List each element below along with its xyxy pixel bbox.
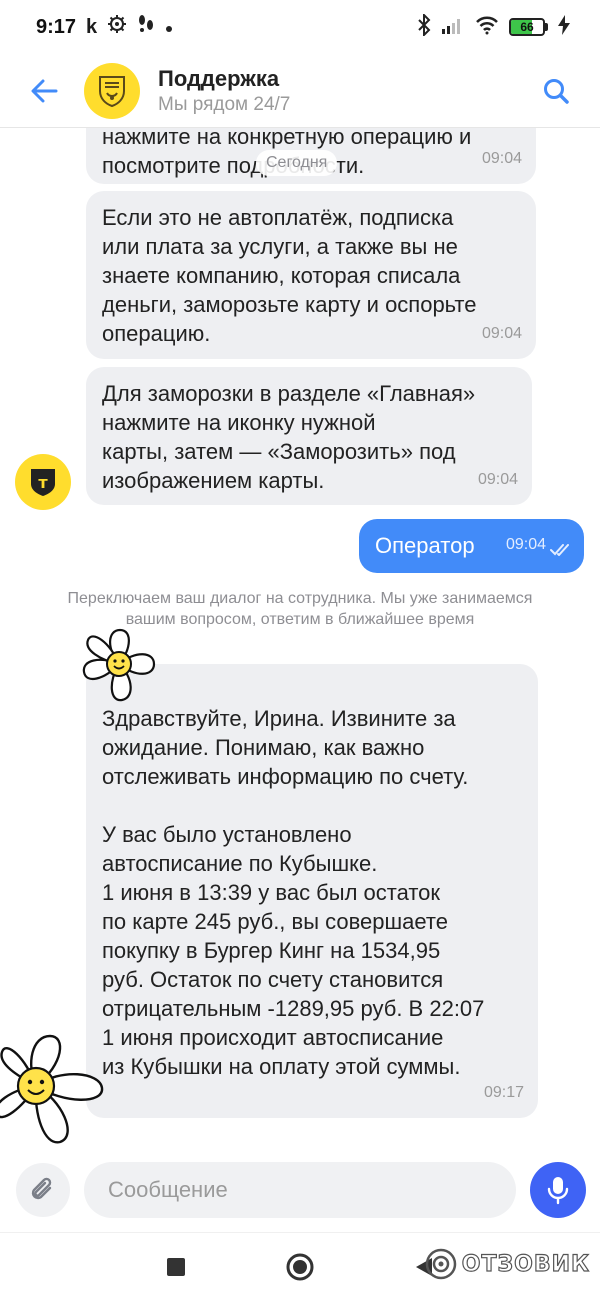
search-icon bbox=[544, 78, 569, 104]
date-separator: Сегодня bbox=[256, 150, 338, 176]
system-navigation-bar: ОТЗОВИК bbox=[0, 1232, 600, 1300]
bot-avatar[interactable]: т bbox=[15, 454, 71, 510]
back-button[interactable] bbox=[22, 69, 66, 113]
svg-text:т: т bbox=[38, 473, 48, 492]
square-icon bbox=[167, 1258, 185, 1276]
status-left-icons: k bbox=[86, 14, 173, 40]
message-time: 09:04 bbox=[505, 536, 546, 553]
microphone-icon bbox=[547, 1177, 569, 1205]
battery-label: 66 bbox=[520, 20, 534, 34]
attach-button[interactable] bbox=[16, 1163, 70, 1217]
message-bubble[interactable]: Если это не автоплатёж, подписка или пла… bbox=[86, 191, 536, 359]
home-button[interactable] bbox=[284, 1251, 316, 1283]
arrow-left-icon bbox=[31, 79, 58, 102]
message-list[interactable]: нажмите на конкретную операцию и посмотр… bbox=[0, 128, 600, 1150]
message-time: 09:04 bbox=[481, 150, 522, 167]
k-icon: k bbox=[86, 15, 98, 38]
steps-icon bbox=[137, 14, 155, 40]
battery-icon: 66 bbox=[509, 18, 548, 36]
message-composer bbox=[0, 1150, 600, 1230]
watermark-text: ОТЗОВИК bbox=[461, 1251, 590, 1277]
message-time: 09:04 bbox=[481, 325, 522, 342]
message-text: Для заморозки в разделе «Главная» нажмит… bbox=[102, 381, 476, 493]
header-text: Поддержка Мы рядом 24/7 bbox=[158, 65, 290, 117]
message-text: Здравствуйте, Ирина. Извините за ожидани… bbox=[102, 706, 485, 1079]
system-note: Переключаем ваш диалог на сотрудника. Мы… bbox=[67, 590, 533, 628]
message-input[interactable] bbox=[84, 1162, 516, 1218]
search-button[interactable] bbox=[534, 69, 578, 113]
message-time: 09:17 bbox=[483, 1084, 524, 1101]
signal-icon bbox=[441, 15, 465, 40]
chat-header: Поддержка Мы рядом 24/7 bbox=[0, 54, 600, 128]
flower-sticker-icon bbox=[0, 1034, 104, 1144]
voice-message-button[interactable] bbox=[530, 1162, 586, 1218]
status-right-icons: 66 bbox=[417, 12, 570, 41]
bank-crest-icon bbox=[99, 75, 125, 107]
message-bubble[interactable]: Здравствуйте, Ирина. Извините за ожидани… bbox=[86, 664, 538, 1118]
status-time: 9:17 bbox=[36, 15, 77, 38]
circle-icon bbox=[286, 1253, 314, 1281]
settings-icon bbox=[107, 14, 127, 40]
watermark: ОТЗОВИК bbox=[424, 1247, 590, 1281]
flower-sticker-icon bbox=[82, 628, 156, 702]
wifi-icon bbox=[475, 15, 499, 40]
double-check-icon bbox=[550, 544, 569, 556]
dot-icon bbox=[165, 16, 173, 39]
message-text: Если это не автоплатёж, подписка или пла… bbox=[102, 205, 477, 346]
shield-logo-icon: т bbox=[31, 469, 55, 496]
message-bubble-outgoing[interactable]: Оператор 09:04 bbox=[359, 519, 584, 573]
message-time: 09:04 bbox=[477, 471, 518, 488]
chat-title: Поддержка bbox=[158, 65, 280, 91]
recent-apps-button[interactable] bbox=[160, 1251, 192, 1283]
charging-icon bbox=[558, 14, 570, 40]
support-avatar[interactable] bbox=[84, 62, 140, 119]
chat-subtitle: Мы рядом 24/7 bbox=[158, 93, 291, 115]
paperclip-icon bbox=[31, 1177, 52, 1200]
message-bubble[interactable]: Для заморозки в разделе «Главная» нажмит… bbox=[86, 367, 532, 505]
status-bar: 9:17 k 66 bbox=[0, 0, 600, 54]
watermark-logo-icon bbox=[425, 1248, 457, 1280]
bluetooth-icon bbox=[417, 12, 431, 41]
